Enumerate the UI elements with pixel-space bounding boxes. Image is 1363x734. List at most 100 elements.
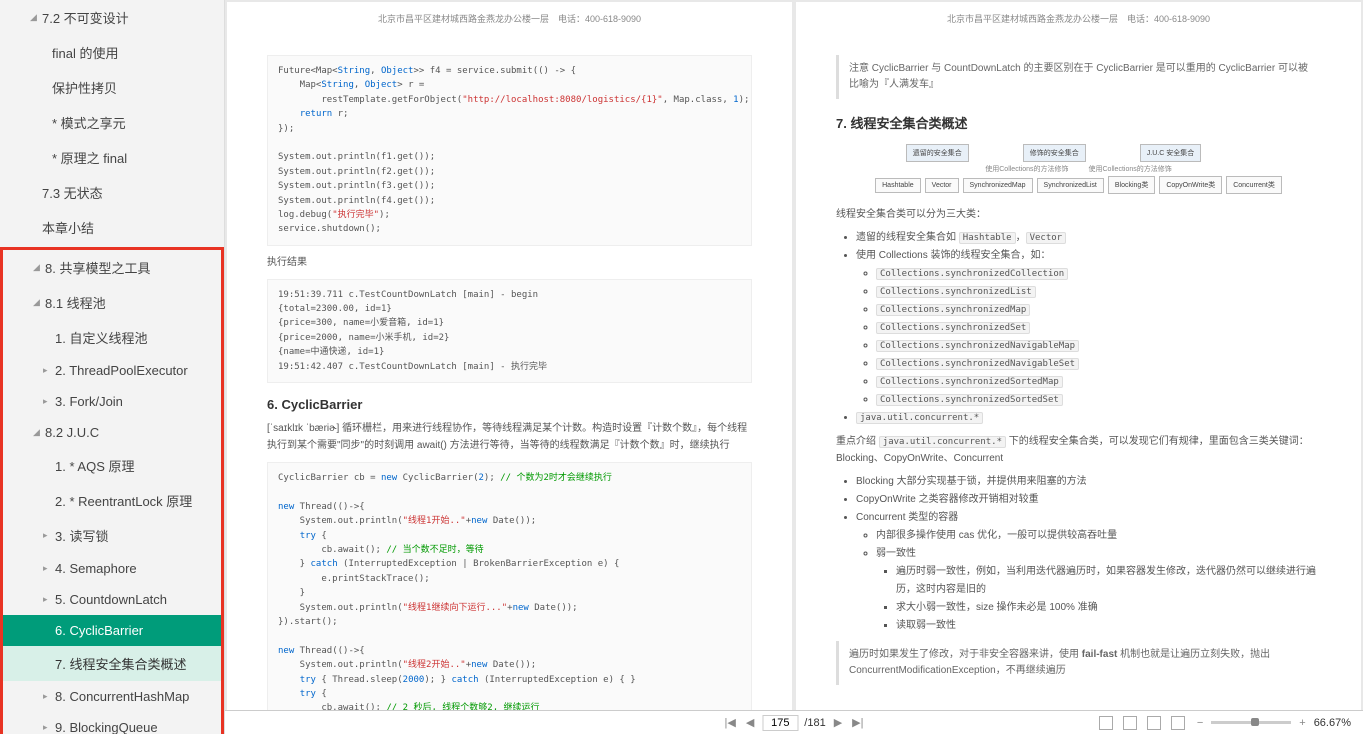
- page-left: 北京市昌平区建材城西路金燕龙办公楼一层 电话：400-618-9090 Futu…: [227, 2, 792, 732]
- diagram-box: Hashtable: [875, 178, 921, 193]
- zoom-in-button[interactable]: +: [1297, 717, 1307, 729]
- chevron-icon: ▸: [43, 563, 53, 574]
- sidebar-item-label: 9. BlockingQueue: [55, 720, 158, 734]
- sidebar-item-label: 6. CyclicBarrier: [55, 623, 143, 638]
- sidebar-item[interactable]: ▸4. Semaphore: [3, 553, 221, 584]
- sidebar-item-label: 8.2 J.U.C: [45, 425, 99, 440]
- sidebar-item[interactable]: * 原理之 final: [0, 140, 224, 175]
- highlighted-section: ◢8. 共享模型之工具◢8.1 线程池1. 自定义线程池▸2. ThreadPo…: [0, 247, 224, 734]
- sidebar-item[interactable]: 7.3 无状态: [0, 175, 224, 210]
- sidebar-item-label: 2. ThreadPoolExecutor: [55, 363, 188, 378]
- exec-result-label: 执行结果: [267, 254, 752, 271]
- diagram-box: CopyOnWrite类: [1159, 176, 1222, 194]
- diagram-box: SynchronizedList: [1037, 178, 1104, 193]
- sidebar-item-label: 8. 共享模型之工具: [45, 258, 150, 277]
- sidebar-nav[interactable]: ◢7.2 不可变设计final 的使用保护性拷贝* 模式之享元* 原理之 fin…: [0, 0, 225, 734]
- chevron-icon: ▸: [43, 691, 53, 702]
- sidebar-item-label: 保护性拷贝: [52, 78, 117, 97]
- sidebar-item[interactable]: 保护性拷贝: [0, 70, 224, 105]
- quote-note: 注意 CyclicBarrier 与 CountDownLatch 的主要区别在…: [836, 55, 1321, 99]
- sidebar-item[interactable]: ◢8.2 J.U.C: [3, 417, 221, 448]
- footer-toolbar: |◀ ◀ /181 ▶ ▶| − + 66.67%: [225, 710, 1363, 734]
- sidebar-item[interactable]: ▸8. ConcurrentHashMap: [3, 681, 221, 712]
- document-viewer: 北京市昌平区建材城西路金燕龙办公楼一层 电话：400-618-9090 Futu…: [225, 0, 1363, 734]
- chevron-icon: ▸: [43, 396, 53, 407]
- diagram-box: Blocking类: [1108, 176, 1155, 194]
- section-title: 7. 线程安全集合类概述: [836, 113, 1321, 132]
- sidebar-item[interactable]: ◢8.1 线程池: [3, 285, 221, 320]
- sidebar-item-label: 7.2 不可变设计: [42, 8, 129, 27]
- diagram-box: Concurrent类: [1226, 176, 1282, 194]
- chevron-icon: ▸: [43, 594, 53, 605]
- last-page-button[interactable]: ▶|: [850, 716, 865, 729]
- next-page-button[interactable]: ▶: [832, 716, 844, 729]
- page-right: 北京市昌平区建材城西路金燕龙办公楼一层 电话：400-618-9090 注意 C…: [796, 2, 1361, 732]
- zoom-slider[interactable]: [1211, 721, 1291, 724]
- chevron-icon: ◢: [33, 262, 43, 273]
- sidebar-item-label: * 模式之享元: [52, 113, 126, 132]
- view-mode-icon[interactable]: [1147, 716, 1161, 730]
- sidebar-item[interactable]: 1. 自定义线程池: [3, 320, 221, 355]
- chevron-icon: ◢: [30, 12, 40, 23]
- sidebar-item-label: 8. ConcurrentHashMap: [55, 689, 189, 704]
- sidebar-item-label: 1. * AQS 原理: [55, 456, 134, 475]
- sidebar-item[interactable]: ▸2. ThreadPoolExecutor: [3, 355, 221, 386]
- sidebar-item[interactable]: ▸3. Fork/Join: [3, 386, 221, 417]
- sidebar-item-label: 4. Semaphore: [55, 561, 137, 576]
- page-header: 北京市昌平区建材城西路金燕龙办公楼一层 电话：400-618-9090: [267, 12, 752, 25]
- chevron-icon: ▸: [43, 365, 53, 376]
- prev-page-button[interactable]: ◀: [744, 716, 756, 729]
- sidebar-item-label: 8.1 线程池: [45, 293, 106, 312]
- sidebar-item[interactable]: 本章小结: [0, 210, 224, 245]
- focus-paragraph: 重点介绍 java.util.concurrent.* 下的线程安全集合类，可以…: [836, 433, 1321, 467]
- sidebar-item-label: 5. CountdownLatch: [55, 592, 167, 607]
- bullet-list: Blocking 大部分实现基于锁，并提供用来阻塞的方法CopyOnWrite …: [836, 473, 1321, 635]
- code-block: CyclicBarrier cb = new CyclicBarrier(2);…: [267, 462, 752, 732]
- sidebar-item-label: 2. * ReentrantLock 原理: [55, 491, 192, 510]
- sidebar-item-label: 7. 线程安全集合类概述: [55, 654, 186, 673]
- sidebar-item[interactable]: 6. CyclicBarrier: [3, 615, 221, 646]
- collections-diagram: 遗留的安全集合修饰的安全集合J.U.C 安全集合 使用Collections的方…: [836, 142, 1321, 196]
- chevron-icon: ◢: [33, 427, 43, 438]
- sidebar-item-label: * 原理之 final: [52, 148, 127, 167]
- closing-quote: 遍历时如果发生了修改，对于非安全容器来讲，使用 fail-fast 机制也就是让…: [836, 641, 1321, 685]
- sidebar-item-label: 1. 自定义线程池: [55, 328, 147, 347]
- section-desc: [ˈsaɪklɪk ˈbæriɚ] 循环栅栏，用来进行线程协作，等待线程满足某个…: [267, 420, 752, 454]
- sidebar-item-label: 3. Fork/Join: [55, 394, 123, 409]
- sidebar-item[interactable]: * 模式之享元: [0, 105, 224, 140]
- diagram-box: 修饰的安全集合: [1023, 144, 1086, 162]
- bullet-list: 遗留的线程安全集合如 Hashtable，Vector使用 Collection…: [836, 229, 1321, 427]
- page-header: 北京市昌平区建材城西路金燕龙办公楼一层 电话：400-618-9090: [836, 12, 1321, 25]
- diagram-box: J.U.C 安全集合: [1140, 144, 1201, 162]
- sidebar-item[interactable]: ▸9. BlockingQueue: [3, 712, 221, 734]
- chevron-icon: ◢: [33, 297, 43, 308]
- zoom-percent: 66.67%: [1314, 717, 1351, 729]
- section-title: 6. CyclicBarrier: [267, 397, 752, 412]
- sidebar-item[interactable]: ▸5. CountdownLatch: [3, 584, 221, 615]
- view-mode-icon[interactable]: [1123, 716, 1137, 730]
- intro-paragraph: 线程安全集合类可以分为三大类：: [836, 206, 1321, 223]
- chevron-icon: ▸: [43, 530, 53, 541]
- sidebar-item-label: 7.3 无状态: [42, 183, 103, 202]
- sidebar-item-label: 3. 读写锁: [55, 526, 108, 545]
- sidebar-item[interactable]: 7. 线程安全集合类概述: [3, 646, 221, 681]
- view-mode-icon[interactable]: [1099, 716, 1113, 730]
- sidebar-item[interactable]: 1. * AQS 原理: [3, 448, 221, 483]
- diagram-box: 遗留的安全集合: [906, 144, 969, 162]
- chevron-icon: ▸: [43, 722, 53, 733]
- sidebar-item-label: 本章小结: [42, 218, 94, 237]
- view-mode-icon[interactable]: [1171, 716, 1185, 730]
- code-block: Future<Map<String, Object>> f4 = service…: [267, 55, 752, 246]
- first-page-button[interactable]: |◀: [722, 716, 737, 729]
- zoom-out-button[interactable]: −: [1195, 717, 1205, 729]
- sidebar-item[interactable]: ◢7.2 不可变设计: [0, 0, 224, 35]
- sidebar-item-label: final 的使用: [52, 43, 118, 62]
- sidebar-item[interactable]: ◢8. 共享模型之工具: [3, 250, 221, 285]
- sidebar-item[interactable]: final 的使用: [0, 35, 224, 70]
- sidebar-item[interactable]: 2. * ReentrantLock 原理: [3, 483, 221, 518]
- page-number-input[interactable]: [762, 715, 798, 731]
- diagram-box: Vector: [925, 178, 959, 193]
- sidebar-item[interactable]: ▸3. 读写锁: [3, 518, 221, 553]
- code-block-output: 19:51:39.711 c.TestCountDownLatch [main]…: [267, 279, 752, 383]
- page-total: /181: [804, 717, 825, 729]
